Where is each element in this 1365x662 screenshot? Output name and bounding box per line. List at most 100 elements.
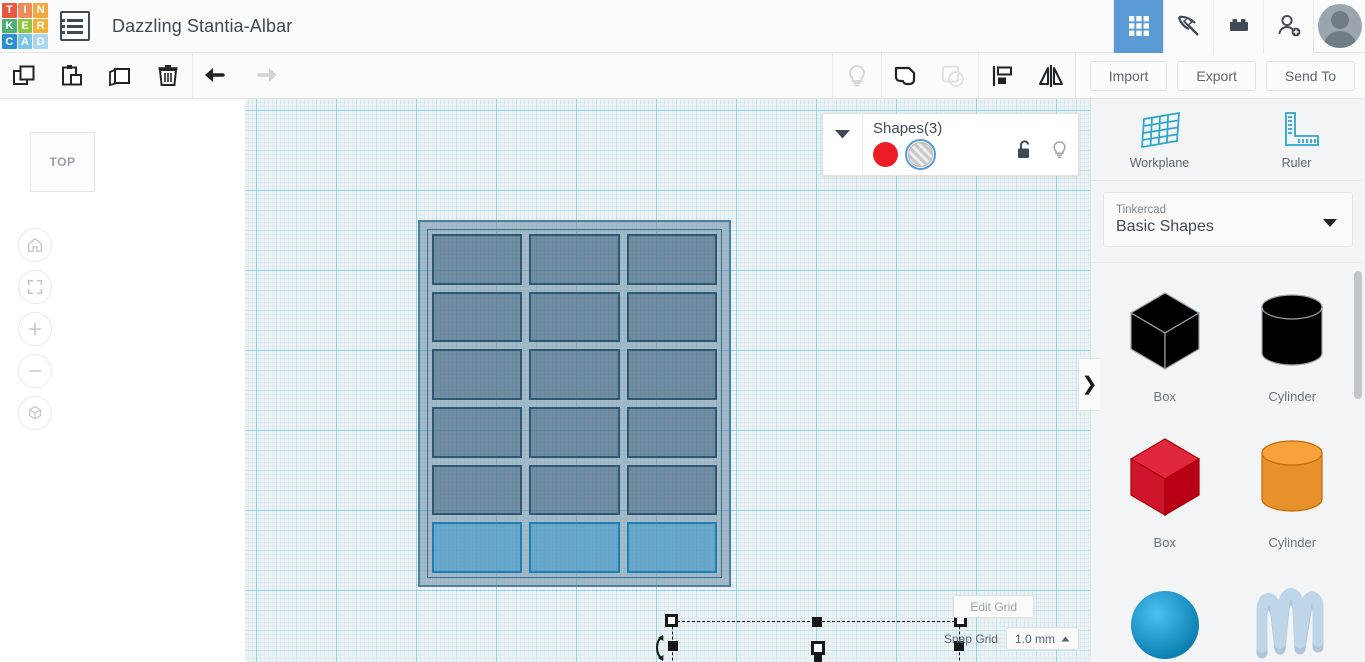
lightbulb-icon[interactable] [1051,140,1068,165]
import-button[interactable]: Import [1089,60,1168,91]
group-icon[interactable] [882,53,930,98]
height-handle-cap [811,641,825,655]
chevron-down-icon[interactable] [1322,215,1338,233]
paste-icon[interactable] [48,53,96,98]
zoom-in-button[interactable] [18,312,52,346]
collapse-panel-tab[interactable]: ❯ [1078,358,1100,411]
shape-sphere-blue[interactable]: Sphere [1101,569,1229,662]
shape-library-scrollbar[interactable] [1354,271,1362,399]
model-pane-selected[interactable] [432,522,523,573]
height-handle[interactable] [811,641,825,662]
model-pane[interactable] [529,464,620,516]
3d-viewport[interactable]: Shapes(3) Edit Grid Snap Grid 1.0 mm [245,99,1090,662]
ruler-tool[interactable]: Ruler [1228,99,1365,180]
cylinder-icon [1248,277,1336,385]
logo-tile-k: K [2,18,17,34]
shape-cylinder-orange[interactable]: Cylinder [1229,423,1357,563]
model-pane[interactable] [626,464,717,516]
mirror-icon[interactable] [1027,53,1075,98]
pickaxe-icon[interactable] [1163,0,1213,53]
ruler-label: Ruler [1281,156,1312,170]
lightbulb-icon[interactable] [833,53,881,98]
logo-tile-e: E [17,18,33,34]
paste-glyph [62,64,82,85]
send-to-button[interactable]: Send To [1265,60,1355,91]
mirror-glyph [1038,64,1063,87]
delete-icon[interactable] [144,53,192,98]
trash-glyph [158,64,178,86]
avatar-image [1317,4,1362,48]
logo-tile-c: C [2,34,17,49]
tinkercad-logo[interactable]: TIN KER CAD [2,3,48,49]
shape-box-red[interactable]: Box [1101,423,1229,563]
perspective-toggle-button[interactable] [18,396,52,430]
resize-handle-top[interactable] [812,617,822,627]
view-cube[interactable]: TOP [30,132,95,192]
model-pane[interactable] [626,291,717,343]
plus-icon [28,322,42,336]
resize-handle-left[interactable] [668,641,678,651]
model-pane-selected[interactable] [529,522,620,573]
logo-tile-r: R [33,18,48,34]
solid-color-swatch[interactable] [873,142,898,167]
avatar[interactable] [1313,0,1365,53]
ungroup-glyph [941,65,964,87]
workplane-tool[interactable]: Workplane [1091,99,1228,180]
model-pane[interactable] [432,464,523,516]
snap-grid-select[interactable]: 1.0 mm [1005,627,1079,650]
duplicate-icon[interactable] [96,53,144,98]
align-glyph [992,65,1012,86]
resize-handle-top-left[interactable] [665,614,678,627]
blocks-glyph [1229,19,1248,31]
model-pane-selected[interactable] [626,522,717,573]
grid-panel-model[interactable] [418,220,731,587]
unlock-glyph [1018,140,1030,158]
model-pane[interactable] [529,407,620,458]
shape-box-hole[interactable]: Box [1101,277,1229,417]
shape-library-list[interactable]: Box Cylinder Box Cylinder Sphere Scribbl… [1091,262,1365,662]
shape-cylinder-hole[interactable]: Cylinder [1229,277,1357,417]
model-pane[interactable] [529,291,620,343]
ungroup-icon[interactable] [930,53,978,98]
chevron-down-icon[interactable] [823,114,863,175]
zoom-out-button[interactable] [18,354,52,388]
edit-grid-button[interactable]: Edit Grid [953,595,1034,618]
grid-view-icon[interactable] [1113,0,1163,53]
undo-glyph [205,67,225,82]
app-header: TIN KER CAD Dazzling Stantia-Albar [0,0,1365,53]
model-pane[interactable] [626,234,717,285]
shape-library-dropdown[interactable]: Tinkercad Basic Shapes [1103,192,1353,247]
unlock-icon[interactable] [1016,140,1033,165]
align-icon[interactable] [979,53,1027,98]
blocks-icon[interactable] [1213,0,1263,53]
model-pane[interactable] [529,234,620,285]
model-pane[interactable] [626,407,717,458]
hole-swatch[interactable] [905,139,936,170]
list-menu-icon[interactable] [60,11,90,41]
add-user-glyph [1278,14,1300,37]
model-pane[interactable] [626,349,717,400]
grid-view-glyph [1128,16,1149,36]
shape-scribble[interactable]: Scribble [1229,569,1357,662]
rotate-handle[interactable] [650,633,668,661]
model-pane[interactable] [432,234,523,285]
copy-icon[interactable] [0,53,48,98]
home-icon [27,237,43,253]
box-icon [1119,423,1211,531]
undo-icon[interactable] [193,53,241,98]
add-user-icon[interactable] [1263,0,1313,53]
chevron-down-glyph [1323,219,1337,227]
home-view-button[interactable] [18,228,52,262]
height-handle-stem [814,655,822,662]
model-pane[interactable] [432,349,523,400]
export-button[interactable]: Export [1177,60,1256,91]
workplane-icon [1140,111,1180,149]
model-pane[interactable] [432,291,523,343]
redo-icon[interactable] [241,53,289,98]
model-pane[interactable] [432,407,523,458]
shapes-popup-panel[interactable]: Shapes(3) [822,113,1079,176]
model-pane[interactable] [529,349,620,400]
shape-library-grid: Box Cylinder Box Cylinder Sphere Scribbl… [1091,263,1365,662]
minus-icon [28,370,42,372]
fit-view-button[interactable] [18,270,52,304]
